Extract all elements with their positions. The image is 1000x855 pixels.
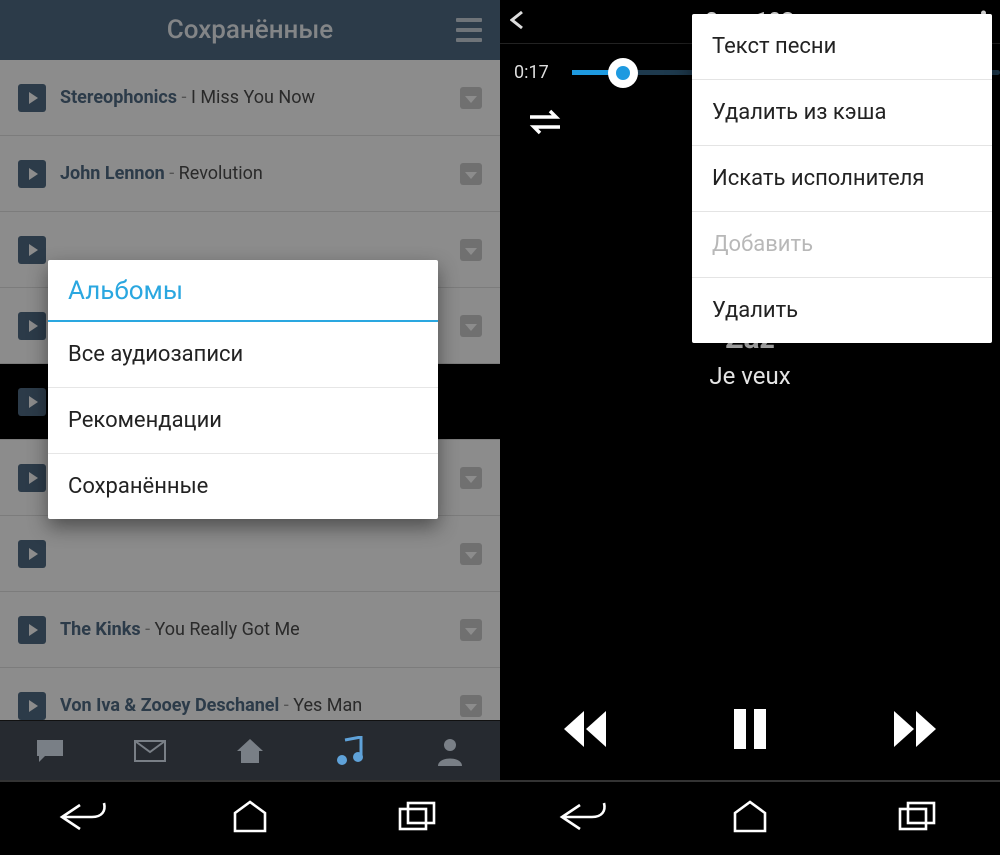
seek-thumb[interactable] [608,58,638,88]
popup-item-recs[interactable]: Рекомендации [48,388,438,454]
back-icon[interactable] [58,799,108,839]
home-icon[interactable] [225,799,275,839]
menu-add: Добавить [692,212,992,278]
home-icon[interactable] [725,799,775,839]
system-navbar [500,780,1000,855]
player-controls [500,707,1000,755]
profile-icon[interactable] [433,737,467,765]
music-icon[interactable] [333,737,367,765]
popup-item-all[interactable]: Все аудиозаписи [48,322,438,388]
albums-popup: Альбомы Все аудиозаписи Рекомендации Сох… [48,260,438,519]
app-tabbar [0,720,500,780]
chat-icon[interactable] [33,737,67,765]
menu-remove-cache[interactable]: Удалить из кэша [692,80,992,146]
menu-delete[interactable]: Удалить [692,278,992,343]
home-icon[interactable] [233,737,267,765]
mail-icon[interactable] [133,737,167,765]
back-icon[interactable] [510,10,536,34]
context-menu: Текст песни Удалить из кэша Искать испол… [692,14,992,343]
prev-icon[interactable] [560,707,610,755]
popup-item-saved[interactable]: Сохранённые [48,454,438,519]
popup-title: Альбомы [48,260,438,322]
menu-search-artist[interactable]: Искать исполнителя [692,146,992,212]
menu-lyrics[interactable]: Текст песни [692,14,992,80]
phone-right: 2 из 103 0:17 Zaz Je veux Текст песни Уд… [500,0,1000,855]
song-title: Je veux [500,362,1000,390]
recent-icon[interactable] [892,799,942,839]
recent-icon[interactable] [392,799,442,839]
elapsed-time: 0:17 [514,62,560,83]
system-navbar [0,780,500,855]
phone-left: Сохранённые Stereophonics - I Miss You N… [0,0,500,855]
pause-icon[interactable] [730,707,770,755]
back-icon[interactable] [558,799,608,839]
next-icon[interactable] [890,707,940,755]
